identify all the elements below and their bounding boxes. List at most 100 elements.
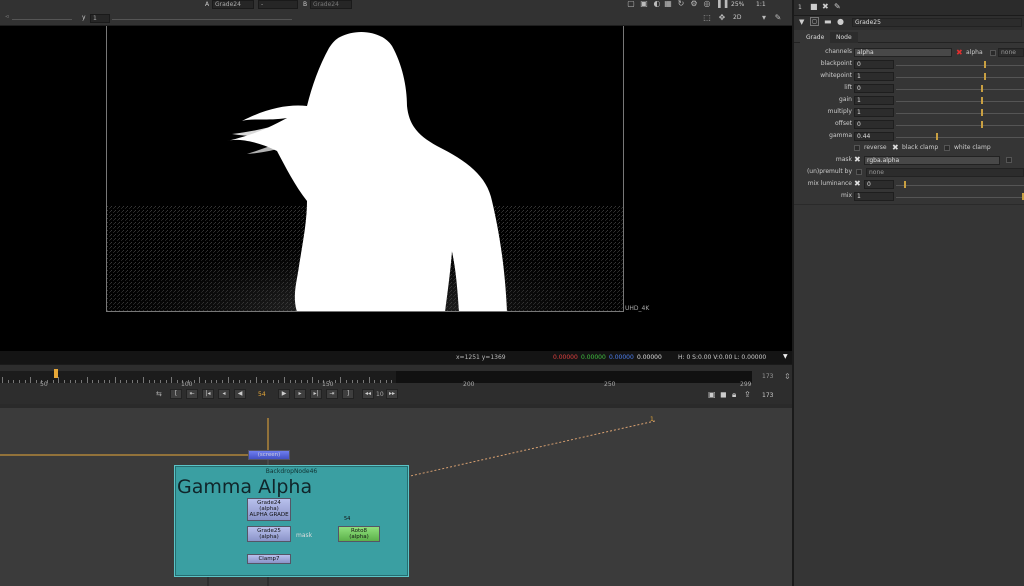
sync-icon[interactable]: ⇕ [784,372,791,381]
chevron-down-icon[interactable]: ▾ [760,14,768,22]
pause-icon[interactable]: ❚❚ [716,0,729,8]
goto-start-button[interactable]: ⇤ [186,389,198,399]
blackpoint-field[interactable]: 0 [854,60,894,69]
multiply-slider[interactable] [896,109,1024,117]
tab-node[interactable]: Node [830,32,858,43]
close-all-icon[interactable]: ✖ [822,2,829,11]
tab-grade[interactable]: Grade [800,32,831,43]
extra-channel-select[interactable]: none [998,48,1024,57]
float-icon[interactable]: ◻ [810,17,819,26]
play-backward-button[interactable]: ◀ [234,389,246,399]
proxy-scale[interactable]: 1:1 [756,1,766,8]
export-icon[interactable]: ⇪ [744,390,751,399]
render-icon[interactable]: ◼ [720,390,727,399]
mask-channel-select[interactable]: rgba.alpha [864,156,1000,165]
step-back-button[interactable]: ◂ [218,389,230,399]
ruler-tick [103,380,105,383]
lock-icon[interactable]: 🔒︎ [732,390,736,400]
mix-field[interactable]: 1 [854,192,894,201]
mix-luminance-slider[interactable] [896,181,1024,189]
roi-icon[interactable]: ▢ [627,0,635,8]
gain-icon[interactable]: ◐ [653,0,661,8]
invert-mask-checkbox[interactable] [1006,157,1012,163]
end-frame-field[interactable]: 173 [762,392,773,399]
skip-forward-button[interactable]: ▸▸ [386,389,398,399]
panel-divider [794,204,1024,205]
whitepoint-slider[interactable] [896,73,1024,81]
brush-icon[interactable]: ✎ [774,14,782,22]
overlay-icon[interactable]: ▦ [664,0,672,8]
viewer-canvas[interactable]: UHD_4K [0,26,792,351]
mask-check-icon[interactable]: ✖ [854,156,861,164]
ruler-tick [126,380,128,383]
grade24-node[interactable]: Grade24 (alpha) ALPHA GRADE [247,498,291,521]
premult-select[interactable]: none [866,168,1024,177]
gain-slider-track[interactable] [12,19,72,20]
alpha-check-icon[interactable]: ✖ [956,49,963,57]
compare-icon[interactable]: ▣ [640,0,648,8]
offset-slider[interactable] [896,121,1024,129]
input-b-select[interactable]: Grade24 [310,0,352,9]
blackpoint-slider[interactable] [896,61,1024,69]
backdrop-node[interactable]: BackdropNode46 Gamma Alpha [174,465,409,577]
playhead[interactable] [54,369,58,378]
node-color-icon[interactable]: ● [837,17,844,26]
prev-keyframe-button[interactable]: |◂ [202,389,214,399]
mix-slider[interactable] [896,193,1024,201]
gain-field[interactable]: 1 [854,96,894,105]
step-forward-button[interactable]: ▸ [294,389,306,399]
input-a-select[interactable]: Grade24 [212,0,254,9]
info-menu-icon[interactable]: ▼ [783,350,788,363]
panel-count[interactable]: 1 [798,4,802,11]
reverse-checkbox[interactable] [854,145,860,151]
viewer-node[interactable]: (screen) [248,450,290,460]
current-frame[interactable]: 54 [258,391,266,398]
channels-select[interactable]: alpha [854,48,952,57]
multiply-field[interactable]: 1 [854,108,894,117]
roto8-node[interactable]: Roto8 (alpha) [338,526,380,542]
skip-back-button[interactable]: ◂◂ [362,389,374,399]
end-frame-label[interactable]: 173 [762,373,773,380]
white-clamp-checkbox[interactable] [944,145,950,151]
black-clamp-check-icon[interactable]: ✖ [892,144,899,152]
lock-icon[interactable]: ■ [810,2,818,11]
ruler-tick [171,377,173,383]
grade25-node[interactable]: Grade25 (alpha) [247,526,291,542]
gamma-field[interactable]: 0.44 [854,132,894,141]
whitepoint-field[interactable]: 1 [854,72,894,81]
playback-mode-icon[interactable]: ⇆ [156,390,162,398]
lift-slider[interactable] [896,85,1024,93]
pen-icon[interactable]: ✎ [834,2,841,11]
gamma-slider-track[interactable] [112,19,292,20]
clamp7-node[interactable]: Clamp7 [247,554,291,564]
mix-luminance-check-icon[interactable]: ✖ [854,180,861,188]
settings-icon[interactable]: ⚙ [690,0,698,8]
region-icon[interactable]: ⬚ [703,14,711,22]
minus-icon[interactable]: ▬ [824,17,832,26]
premult-checkbox[interactable] [856,169,862,175]
node-graph[interactable]: 1 (screen) BackdropNode46 Gamma Alpha Gr… [0,404,792,586]
transform-handle-icon[interactable]: ✥ [718,14,726,22]
format-label: UHD_4K [625,305,650,312]
clip-warning-icon[interactable]: ◎ [703,0,711,8]
extra-channel-checkbox[interactable] [990,50,996,56]
gamma-field[interactable]: 1 [90,14,110,23]
node-name-field[interactable]: Grade25 [852,18,1022,27]
next-keyframe-button[interactable]: ▸| [310,389,322,399]
gamma-slider[interactable] [896,133,1024,141]
zoom-level[interactable]: 25% [731,1,744,8]
offset-field[interactable]: 0 [854,120,894,129]
collapse-icon[interactable]: ▼ [799,18,804,26]
first-frame-button[interactable]: [ [170,389,182,399]
lift-field[interactable]: 0 [854,84,894,93]
mix-luminance-field[interactable]: 0 [864,180,894,189]
step-increment[interactable]: 10 [376,391,384,398]
composite-op-select[interactable]: - [258,0,298,9]
goto-end-button[interactable]: ⇥ [326,389,338,399]
gain-slider[interactable] [896,97,1024,105]
last-frame-button[interactable]: ] [342,389,354,399]
play-forward-button[interactable]: ▶ [278,389,290,399]
flipbook-icon[interactable]: ▣ [708,390,716,399]
refresh-icon[interactable]: ↻ [677,0,685,8]
view-mode-select[interactable]: 2D [733,14,741,21]
